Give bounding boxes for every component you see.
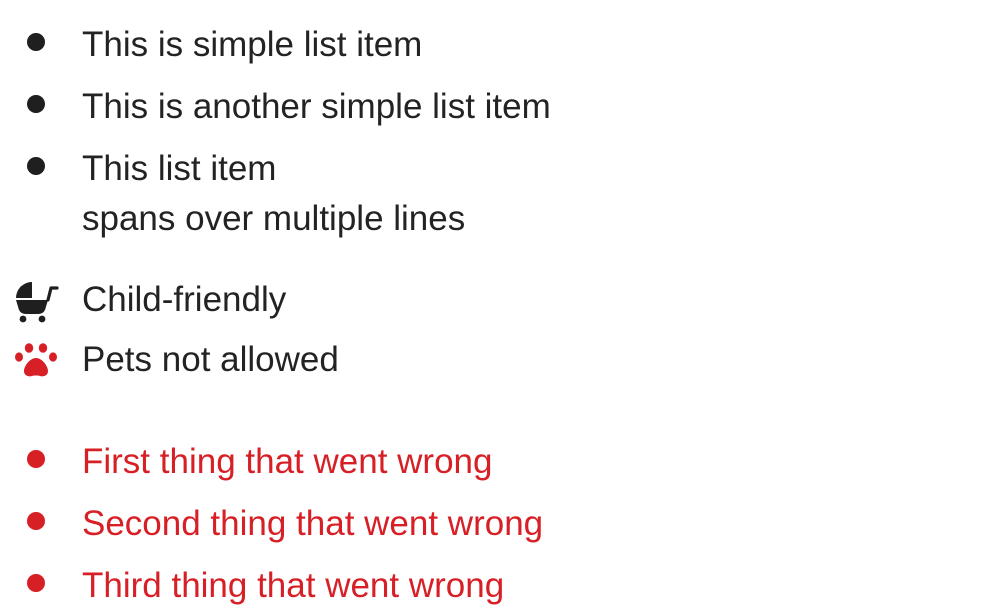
bullet-icon: [27, 157, 45, 175]
list-item-text: Pets not allowed: [82, 340, 339, 379]
list-item-text: This list item spans over multiple lines: [82, 144, 465, 244]
bullet-icon: [27, 574, 45, 592]
baby-carriage-icon: [12, 276, 60, 324]
list-item-line: This list item: [82, 149, 277, 188]
error-item-text: Third thing that went wrong: [82, 566, 505, 605]
error-item-text: Second thing that went wrong: [82, 504, 544, 543]
list-item-text: Child-friendly: [82, 280, 287, 319]
error-item-text: First thing that went wrong: [82, 442, 493, 481]
paw-icon: [12, 336, 60, 384]
bullet-icon: [27, 95, 45, 113]
bullet-icon: [27, 33, 45, 51]
bullet-icon: [27, 450, 45, 468]
list-item-text: This is another simple list item: [82, 87, 551, 126]
list-item-line: spans over multiple lines: [82, 199, 466, 238]
bullet-icon: [27, 512, 45, 530]
list-item-text: This is simple list item: [82, 25, 423, 64]
